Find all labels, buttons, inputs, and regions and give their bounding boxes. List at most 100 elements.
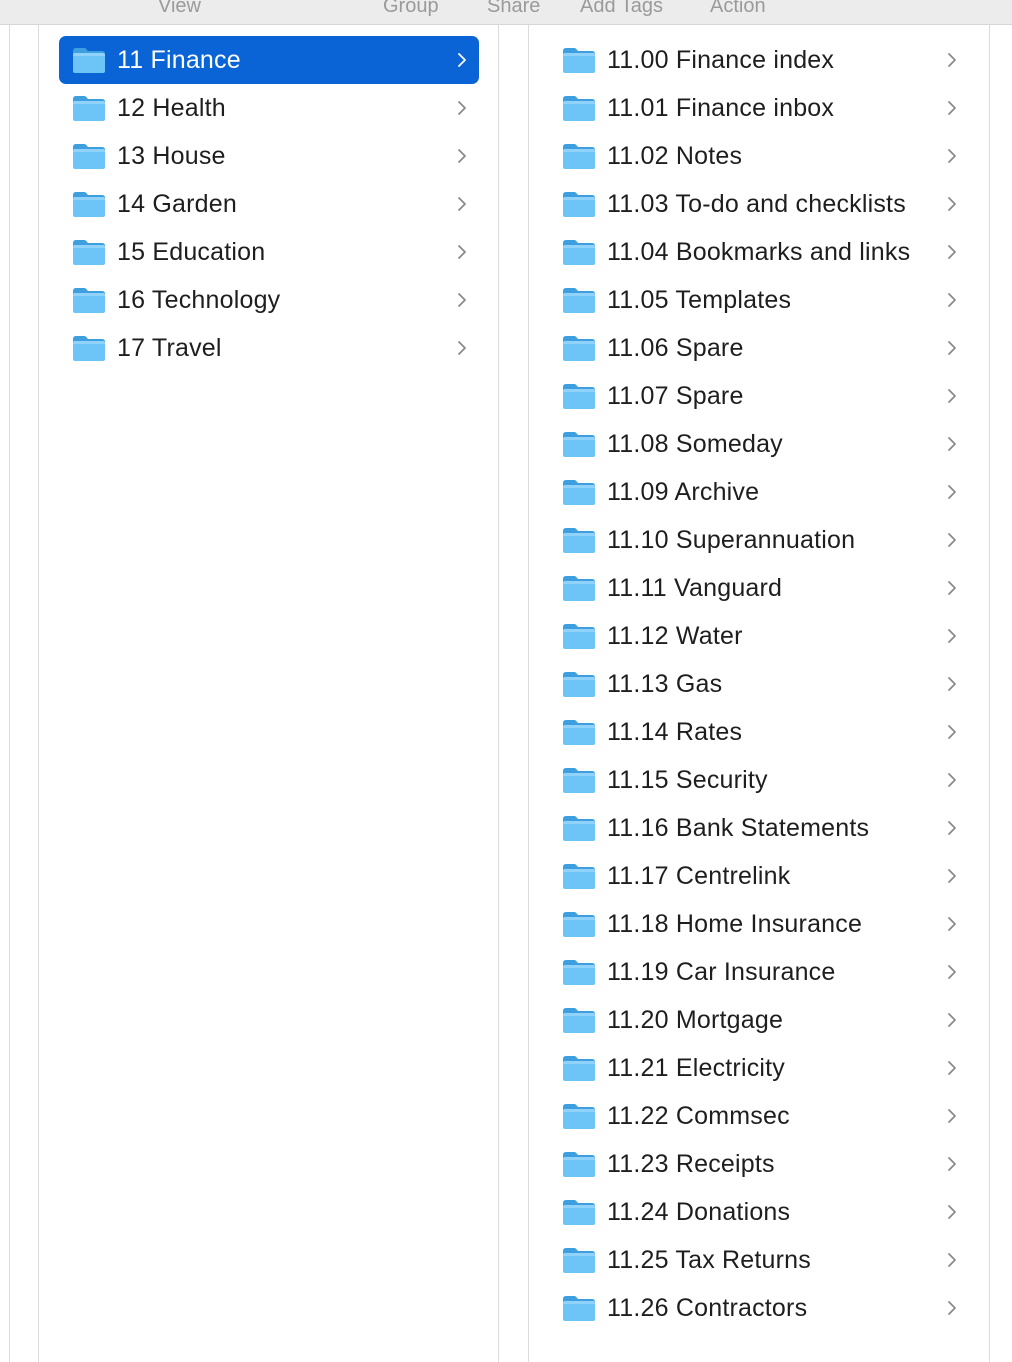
toolbar-view-label[interactable]: View — [158, 0, 201, 18]
right-column-row-label: 11.06 Spare — [607, 334, 744, 362]
toolbar: View Group Share Add Tags Action — [0, 0, 1012, 25]
left-column-row-label: 13 House — [117, 142, 226, 170]
right-column-row[interactable]: 11.16 Bank Statements — [549, 804, 969, 852]
right-column-row-label: 11.19 Car Insurance — [607, 958, 836, 986]
chevron-right-icon — [947, 436, 957, 452]
right-column-row[interactable]: 11.17 Centrelink — [549, 852, 969, 900]
folder-icon — [562, 190, 596, 218]
right-column-row-label: 11.14 Rates — [607, 718, 743, 746]
left-column-row[interactable]: 15 Education — [59, 228, 479, 276]
right-column-row[interactable]: 11.13 Gas — [549, 660, 969, 708]
folder-icon — [562, 334, 596, 362]
chevron-right-icon — [947, 100, 957, 116]
right-column-row-label: 11.20 Mortgage — [607, 1006, 784, 1034]
left-column-row-label: 16 Technology — [117, 286, 281, 314]
right-column-row[interactable]: 11.12 Water — [549, 612, 969, 660]
chevron-right-icon — [947, 244, 957, 260]
right-column-row[interactable]: 11.01 Finance inbox — [549, 84, 969, 132]
right-column-row-label: 11.05 Templates — [607, 286, 792, 314]
right-column-row-label: 11.04 Bookmarks and links — [607, 238, 911, 266]
left-column-row[interactable]: 11 Finance — [59, 36, 479, 84]
right-column-row[interactable]: 11.07 Spare — [549, 372, 969, 420]
left-column-row[interactable]: 13 House — [59, 132, 479, 180]
right-column-row[interactable]: 11.05 Templates — [549, 276, 969, 324]
folder-icon — [562, 862, 596, 890]
right-column-row[interactable]: 11.15 Security — [549, 756, 969, 804]
left-column-row-label: 15 Education — [117, 238, 266, 266]
right-column-row[interactable]: 11.03 To-do and checklists — [549, 180, 969, 228]
right-column-row-label: 11.00 Finance index — [607, 46, 835, 74]
chevron-right-icon — [457, 100, 467, 116]
chevron-right-icon — [457, 52, 467, 68]
right-column-row[interactable]: 11.08 Someday — [549, 420, 969, 468]
right-column-row[interactable]: 11.20 Mortgage — [549, 996, 969, 1044]
right-column-row-label: 11.21 Electricity — [607, 1054, 786, 1082]
right-column-row[interactable]: 11.26 Contractors — [549, 1284, 969, 1332]
right-column-row-label: 11.25 Tax Returns — [607, 1246, 811, 1274]
toolbar-add-tags-label[interactable]: Add Tags — [580, 0, 663, 18]
chevron-right-icon — [947, 1060, 957, 1076]
column-divider[interactable] — [498, 25, 499, 1362]
right-column-row-label: 11.15 Security — [607, 766, 768, 794]
left-column-row[interactable]: 17 Travel — [59, 324, 479, 372]
chevron-right-icon — [947, 1012, 957, 1028]
chevron-right-icon — [947, 148, 957, 164]
left-column-row[interactable]: 16 Technology — [59, 276, 479, 324]
right-column-row[interactable]: 11.11 Vanguard — [549, 564, 969, 612]
right-column-row-label: 11.03 To-do and checklists — [607, 190, 906, 218]
column-divider[interactable] — [9, 25, 10, 1362]
right-column-row[interactable]: 11.24 Donations — [549, 1188, 969, 1236]
right-column-row[interactable]: 11.21 Electricity — [549, 1044, 969, 1092]
folder-icon — [562, 526, 596, 554]
chevron-right-icon — [457, 196, 467, 212]
chevron-right-icon — [947, 340, 957, 356]
right-column-row[interactable]: 11.02 Notes — [549, 132, 969, 180]
chevron-right-icon — [947, 1108, 957, 1124]
folder-icon — [562, 1150, 596, 1178]
right-column-row[interactable]: 11.23 Receipts — [549, 1140, 969, 1188]
folder-icon — [72, 286, 106, 314]
folder-icon — [72, 94, 106, 122]
chevron-right-icon — [947, 1252, 957, 1268]
folder-icon — [562, 238, 596, 266]
folder-icon — [562, 94, 596, 122]
left-column-row[interactable]: 14 Garden — [59, 180, 479, 228]
right-column-row[interactable]: 11.19 Car Insurance — [549, 948, 969, 996]
folder-icon — [562, 1006, 596, 1034]
right-column-row[interactable]: 11.25 Tax Returns — [549, 1236, 969, 1284]
chevron-right-icon — [947, 580, 957, 596]
right-column-row-label: 11.07 Spare — [607, 382, 744, 410]
right-column-row[interactable]: 11.00 Finance index — [549, 36, 969, 84]
folder-icon — [72, 46, 106, 74]
left-column-row-label: 12 Health — [117, 94, 226, 122]
toolbar-group-label[interactable]: Group — [383, 0, 439, 18]
chevron-right-icon — [947, 916, 957, 932]
chevron-right-icon — [947, 196, 957, 212]
chevron-right-icon — [947, 532, 957, 548]
right-column-row-label: 11.16 Bank Statements — [607, 814, 870, 842]
right-column-row[interactable]: 11.18 Home Insurance — [549, 900, 969, 948]
right-column-row[interactable]: 11.14 Rates — [549, 708, 969, 756]
right-column-row[interactable]: 11.22 Commsec — [549, 1092, 969, 1140]
right-column-row[interactable]: 11.04 Bookmarks and links — [549, 228, 969, 276]
right-column-row[interactable]: 11.10 Superannuation — [549, 516, 969, 564]
chevron-right-icon — [947, 964, 957, 980]
chevron-right-icon — [947, 484, 957, 500]
column-divider[interactable] — [989, 25, 990, 1362]
folder-icon — [72, 238, 106, 266]
right-column-row[interactable]: 11.09 Archive — [549, 468, 969, 516]
chevron-right-icon — [947, 628, 957, 644]
folder-icon — [72, 142, 106, 170]
right-column-row[interactable]: 11.06 Spare — [549, 324, 969, 372]
right-column-row-label: 11.10 Superannuation — [607, 526, 856, 554]
right-column-row-label: 11.08 Someday — [607, 430, 783, 458]
left-column-row[interactable]: 12 Health — [59, 84, 479, 132]
left-column-row-label: 11 Finance — [117, 46, 241, 74]
folder-icon — [562, 718, 596, 746]
chevron-right-icon — [947, 52, 957, 68]
folder-icon — [562, 478, 596, 506]
right-column-row-label: 11.11 Vanguard — [607, 574, 783, 602]
toolbar-action-label[interactable]: Action — [710, 0, 766, 18]
folder-icon — [72, 334, 106, 362]
toolbar-share-label[interactable]: Share — [487, 0, 540, 18]
